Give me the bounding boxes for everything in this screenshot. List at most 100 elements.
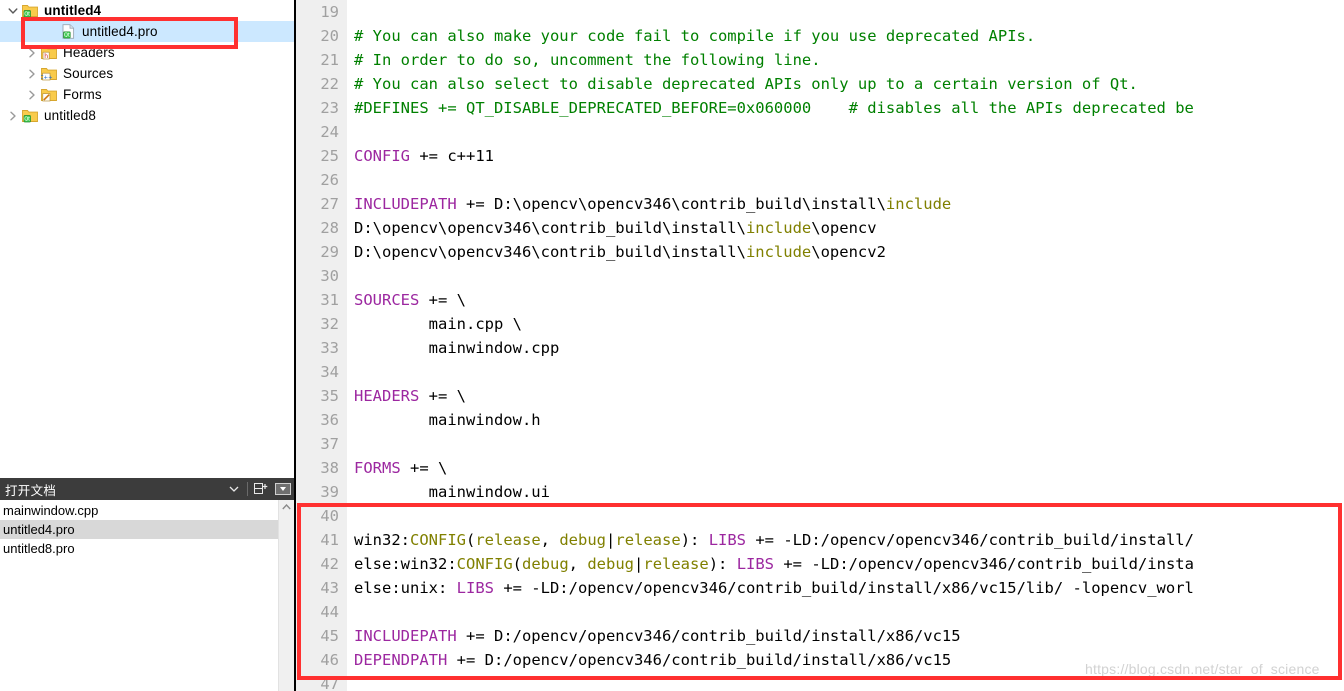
code-line[interactable]: 33 mainwindow.cpp (296, 336, 1344, 360)
tree-item-label: untitled8 (44, 108, 96, 123)
chevron-right-icon[interactable] (4, 111, 21, 121)
code-line[interactable]: 40 (296, 504, 1344, 528)
code-line-text: D:\opencv\opencv346\contrib_build\instal… (347, 240, 886, 264)
svg-text:Qt: Qt (24, 116, 30, 122)
code-token: \opencv (811, 219, 877, 237)
tree-item-untitled4-pro[interactable]: Qt untitled4.pro (0, 21, 294, 42)
code-line[interactable]: 27 INCLUDEPATH += D:\opencv\opencv346\con… (296, 192, 1344, 216)
code-line[interactable]: 38 FORMS += \ (296, 456, 1344, 480)
line-number: 45 (296, 624, 347, 648)
code-line[interactable]: 23 #DEFINES += QT_DISABLE_DEPRECATED_BEFO… (296, 96, 1344, 120)
open-documents-list[interactable]: mainwindow.cpp untitled4.pro untitled8.pro (0, 500, 294, 691)
line-number: 21 (296, 48, 347, 72)
code-token: ): (708, 555, 737, 573)
line-number: 35 (296, 384, 347, 408)
tree-item-headers[interactable]: h Headers (0, 42, 294, 63)
code-line[interactable]: 39 mainwindow.ui (296, 480, 1344, 504)
chevron-right-icon[interactable] (23, 69, 40, 79)
code-line[interactable]: 26 (296, 168, 1344, 192)
qt-creator-window: Qt untitled4 Qt untitled4.pro h Headers C++ Sou… (0, 0, 1344, 691)
qt-project-icon: Qt (21, 109, 39, 123)
code-token: include (745, 243, 812, 261)
open-document-item[interactable]: mainwindow.cpp (0, 501, 278, 520)
code-token: += D:/opencv/opencv346/contrib_build/ins… (456, 627, 961, 645)
code-line[interactable]: 25 CONFIG += c++11 (296, 144, 1344, 168)
tree-item-untitled8[interactable]: Qt untitled8 (0, 105, 294, 126)
code-line[interactable]: 35 HEADERS += \ (296, 384, 1344, 408)
line-number: 38 (296, 456, 347, 480)
code-line-text: mainwindow.cpp (347, 336, 560, 360)
code-line[interactable]: 43 else:unix: LIBS += -LD:/opencv/opencv3… (296, 576, 1344, 600)
open-document-item[interactable]: untitled8.pro (0, 539, 278, 558)
code-editor[interactable]: 19 20 # You can also make your code fail t… (296, 0, 1344, 691)
code-token: CONFIG (354, 147, 410, 165)
code-line[interactable]: 41 win32:CONFIG(release, debug|release): … (296, 528, 1344, 552)
open-documents-scrollbar[interactable] (278, 500, 294, 691)
code-line[interactable]: 44 (296, 600, 1344, 624)
open-document-item[interactable]: untitled4.pro (0, 520, 278, 539)
line-number: 25 (296, 144, 347, 168)
code-line-text: #DEFINES += QT_DISABLE_DEPRECATED_BEFORE… (347, 96, 1194, 120)
code-line[interactable]: 42 else:win32:CONFIG(debug, debug|release… (296, 552, 1344, 576)
code-token: debug (522, 555, 569, 573)
code-line[interactable]: 37 (296, 432, 1344, 456)
line-number: 39 (296, 480, 347, 504)
forms-folder-icon (40, 88, 58, 102)
split-editor-icon[interactable] (250, 479, 272, 499)
tree-item-untitled4[interactable]: Qt untitled4 (0, 0, 294, 21)
line-number: 22 (296, 72, 347, 96)
line-number: 32 (296, 312, 347, 336)
line-number: 33 (296, 336, 347, 360)
code-token: , (540, 531, 560, 549)
code-token: main.cpp \ (354, 315, 522, 333)
line-number: 46 (296, 648, 347, 672)
code-token: release (643, 555, 709, 573)
code-line[interactable]: 36 mainwindow.h (296, 408, 1344, 432)
code-token: D:\opencv\opencv346\contrib_build\instal… (354, 219, 746, 237)
code-line[interactable]: 19 (296, 0, 1344, 24)
line-number: 37 (296, 432, 347, 456)
code-token: += -LD:/opencv/opencv346/contrib_build/i… (746, 531, 1194, 549)
chevron-right-icon[interactable] (23, 90, 40, 100)
line-number: 27 (296, 192, 347, 216)
code-line[interactable]: 29 D:\opencv\opencv346\contrib_build\inst… (296, 240, 1344, 264)
code-token: else:win32: (354, 555, 457, 573)
project-tree[interactable]: Qt untitled4 Qt untitled4.pro h Headers C++ Sou… (0, 0, 294, 478)
tree-item-sources[interactable]: C++ Sources (0, 63, 294, 84)
filter-dropdown-icon[interactable] (223, 479, 245, 499)
code-token: += \ (419, 291, 466, 309)
tree-item-forms[interactable]: Forms (0, 84, 294, 105)
code-line[interactable]: 24 (296, 120, 1344, 144)
line-number: 41 (296, 528, 347, 552)
code-line-text: # In order to do so, uncomment the follo… (347, 48, 821, 72)
left-sidebar: Qt untitled4 Qt untitled4.pro h Headers C++ Sou… (0, 0, 296, 691)
code-token: SOURCES (354, 291, 420, 309)
chevron-right-icon[interactable] (23, 48, 40, 58)
chevron-down-icon[interactable] (4, 7, 21, 15)
tree-item-label: Forms (63, 87, 102, 102)
code-token: | (606, 531, 616, 549)
code-area[interactable]: 19 20 # You can also make your code fail t… (296, 0, 1344, 691)
code-line[interactable]: 45 INCLUDEPATH += D:/opencv/opencv346/con… (296, 624, 1344, 648)
code-token: += D:/opencv/opencv346/contrib_build/ins… (447, 651, 952, 669)
close-pane-icon[interactable] (272, 479, 294, 499)
code-line[interactable]: 32 main.cpp \ (296, 312, 1344, 336)
scroll-up-icon[interactable] (282, 503, 291, 512)
code-line[interactable]: 22 # You can also select to disable depre… (296, 72, 1344, 96)
code-line[interactable]: 21 # In order to do so, uncomment the fol… (296, 48, 1344, 72)
line-number: 36 (296, 408, 347, 432)
code-token: include (745, 219, 812, 237)
open-documents-items[interactable]: mainwindow.cpp untitled4.pro untitled8.pro (0, 500, 278, 691)
code-line-text: INCLUDEPATH += D:\opencv\opencv346\contr… (347, 192, 951, 216)
code-line[interactable]: 30 (296, 264, 1344, 288)
code-token: ( (466, 531, 476, 549)
code-line[interactable]: 28 D:\opencv\opencv346\contrib_build\inst… (296, 216, 1344, 240)
code-line[interactable]: 31 SOURCES += \ (296, 288, 1344, 312)
code-line[interactable]: 20 # You can also make your code fail to … (296, 24, 1344, 48)
code-token: ): (680, 531, 709, 549)
code-line-text: else:unix: LIBS += -LD:/opencv/opencv346… (347, 576, 1194, 600)
code-line[interactable]: 34 (296, 360, 1344, 384)
code-token: mainwindow.h (354, 411, 541, 429)
code-token: # disables all the APIs deprecated be (848, 99, 1194, 117)
